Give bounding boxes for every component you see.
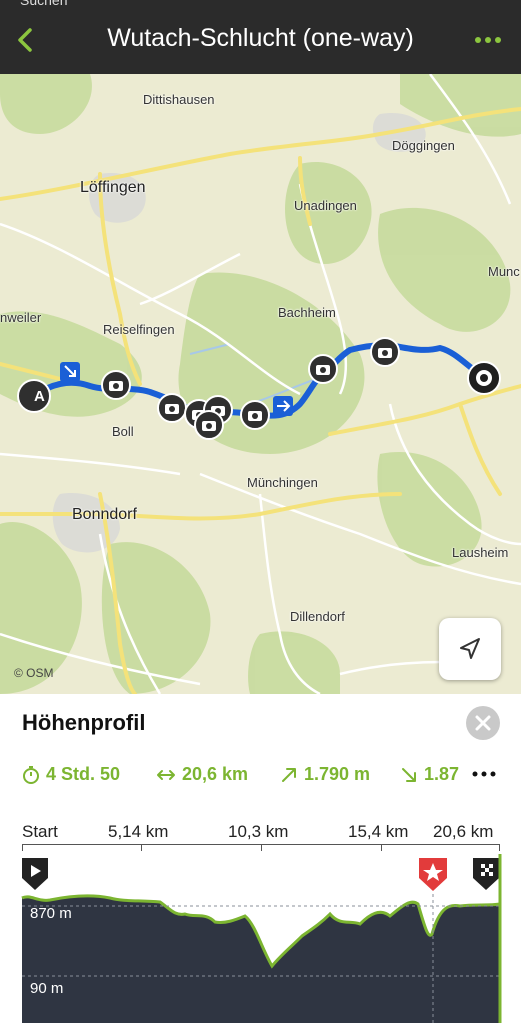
stat-descent: 1.87: [400, 764, 459, 785]
page-title: Wutach-Schlucht (one-way): [107, 24, 414, 52]
screen: Suchen Wutach-Schlucht (one-way) A Ditti…: [0, 0, 521, 1023]
elevation-area: [22, 895, 500, 1023]
more-options-button[interactable]: [473, 28, 503, 52]
distance-tick-label: 10,3 km: [228, 822, 289, 841]
distance-tick: [22, 844, 23, 851]
place-munch-edge: Munc: [488, 264, 520, 279]
distance-tick-label: 20,6 km: [433, 822, 494, 841]
stat-distance-value: 20,6 km: [182, 764, 249, 784]
horizontal-arrows-icon: [157, 769, 175, 780]
place-doggingen: Döggingen: [392, 138, 455, 153]
distance-tick-label: 15,4 km: [348, 822, 409, 841]
location-arrow-icon: [460, 638, 480, 659]
place-munchingen: Münchingen: [247, 475, 318, 490]
place-reiselfingen: Reiselfingen: [103, 322, 175, 337]
back-button[interactable]: [8, 22, 44, 58]
elevation-profile-chart[interactable]: [0, 854, 521, 1023]
map-view[interactable]: A Dittishausen Döggingen Löffingen Unadi…: [0, 74, 521, 694]
distance-tick-label: 5,14 km: [108, 822, 169, 841]
distance-tick-label: Start: [22, 822, 58, 841]
more-dots-icon: [472, 771, 496, 777]
arrow-up-right-icon: [282, 767, 296, 782]
star-marker-icon: [419, 858, 447, 891]
elevation-panel: Höhenprofil 4 Std. 50 20,6 km 1.790 m 1.…: [0, 694, 521, 1023]
place-bachheim: Bachheim: [278, 305, 336, 320]
start-flag-icon: [22, 858, 48, 890]
close-button[interactable]: [466, 706, 500, 740]
map-graphics: [0, 74, 521, 694]
place-bonndorf: Bonndorf: [72, 506, 137, 523]
start-marker-label[interactable]: A: [34, 388, 45, 405]
close-icon: [475, 715, 491, 731]
more-dots-icon: [475, 37, 501, 43]
stopwatch-icon: [23, 765, 39, 784]
arrow-down-right-icon: [402, 767, 416, 782]
map-attribution[interactable]: © OSM: [14, 666, 54, 680]
top-bar: Suchen Wutach-Schlucht (one-way): [0, 0, 521, 74]
distance-tick: [381, 844, 382, 851]
distance-tick: [499, 844, 500, 851]
distance-tick: [141, 844, 142, 851]
locate-button[interactable]: [439, 618, 501, 680]
stat-duration: 4 Std. 50: [22, 764, 120, 785]
chevron-left-icon: [18, 28, 32, 52]
stat-descent-value: 1.87: [424, 764, 460, 784]
place-dittishausen: Dittishausen: [143, 92, 215, 107]
place-boll: Boll: [112, 424, 134, 439]
place-lausheim: Lausheim: [452, 545, 509, 560]
elevation-label-top: 870 m: [30, 905, 72, 922]
stat-distance: 20,6 km: [156, 764, 248, 785]
elevation-label-bottom: 90 m: [30, 980, 64, 997]
place-dillendorf: Dillendorf: [290, 609, 345, 624]
stats-row: 4 Std. 50 20,6 km 1.790 m 1.87: [22, 764, 462, 788]
stat-duration-value: 4 Std. 50: [46, 764, 121, 784]
finish-flag-icon: [473, 858, 499, 890]
place-unadingen: Unadingen: [294, 198, 357, 213]
place-nweiler: nweiler: [0, 310, 42, 325]
status-back-label[interactable]: Suchen: [20, 0, 67, 8]
panel-title: Höhenprofil: [22, 710, 146, 735]
place-loffingen: Löffingen: [80, 179, 146, 196]
distance-tick: [261, 844, 262, 851]
stats-more-button[interactable]: [470, 762, 498, 786]
stat-ascent-value: 1.790 m: [304, 764, 371, 784]
stat-ascent: 1.790 m: [280, 764, 370, 785]
